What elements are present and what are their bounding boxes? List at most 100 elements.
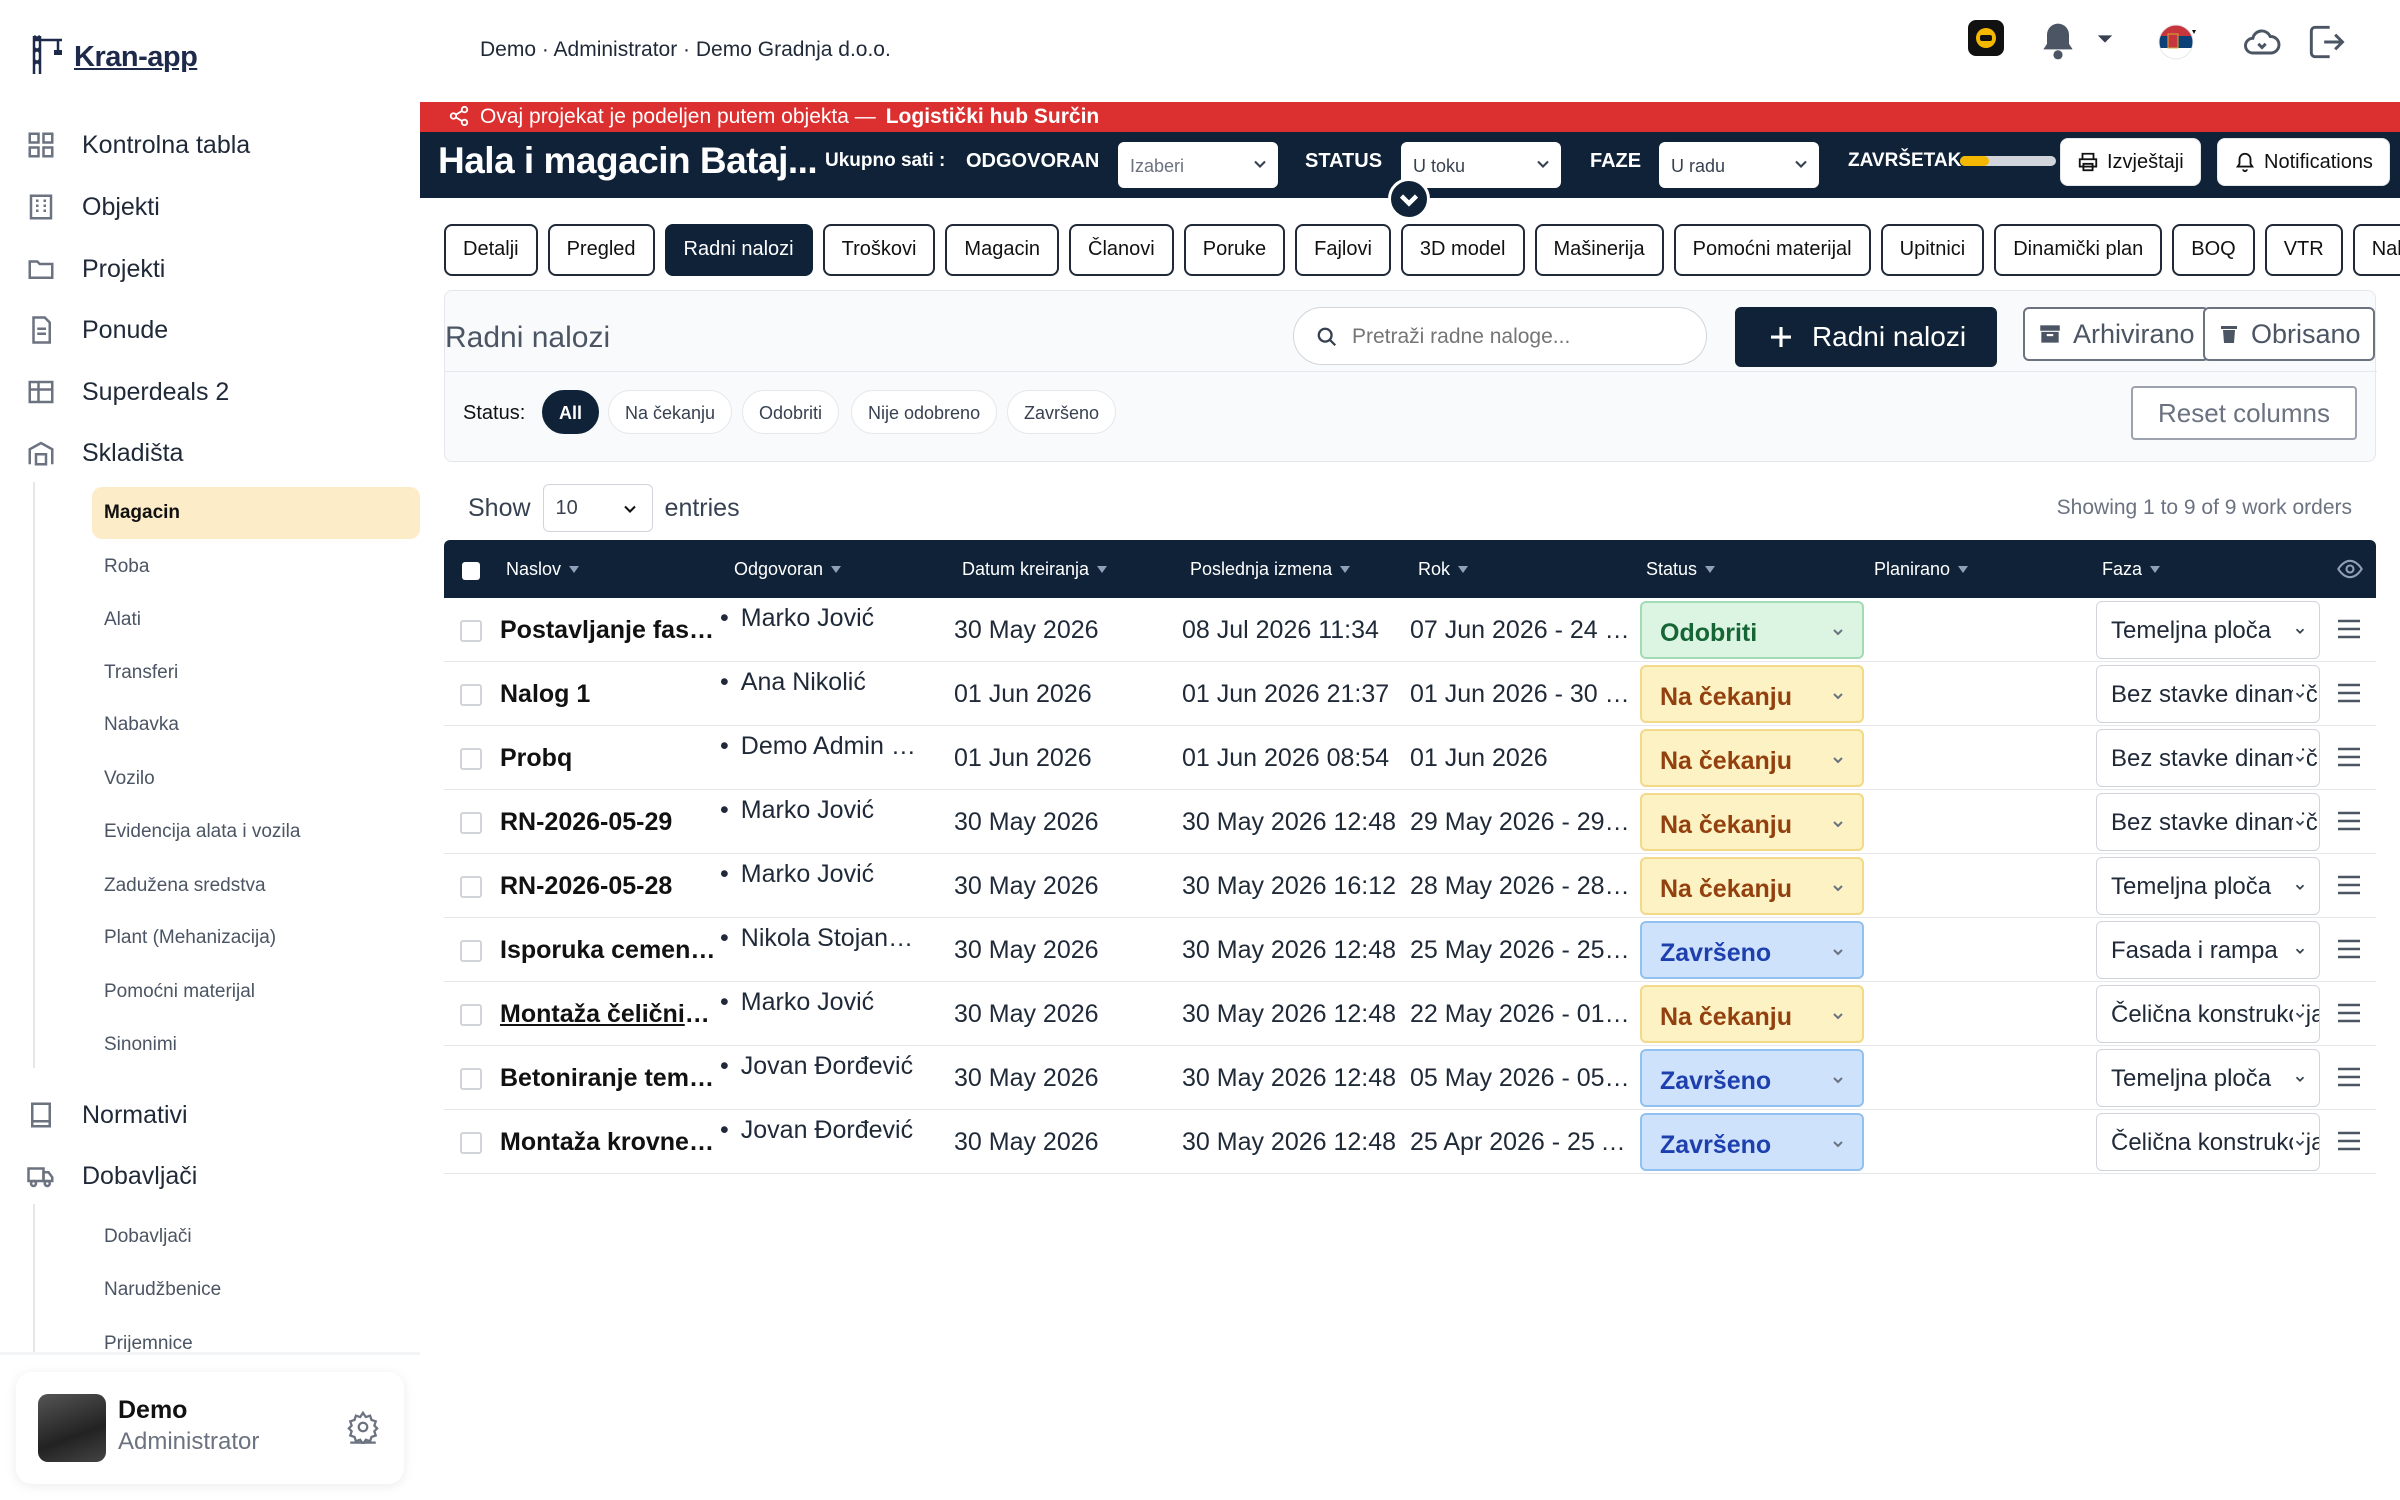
status-select[interactable]: Završeno	[1640, 1113, 1864, 1171]
row-menu-icon[interactable]	[2336, 1130, 2362, 1152]
tab-3d-model[interactable]: 3D model	[1400, 224, 1525, 276]
row-menu-icon[interactable]	[2336, 810, 2362, 832]
phase-select[interactable]: Bez stavke dinamičkog	[2096, 729, 2320, 787]
entries-select[interactable]: 10	[542, 484, 653, 532]
column-header[interactable]: Status	[1646, 559, 1716, 580]
logout-icon[interactable]	[2304, 20, 2348, 64]
row-checkbox[interactable]	[460, 1132, 482, 1154]
table-row[interactable]: Montaža krovne k...Jovan Đorđević 30 May …	[444, 1110, 2376, 1174]
search-input[interactable]	[1352, 322, 1682, 352]
nav-sub-nabavka[interactable]: Nabavka	[104, 714, 179, 736]
status-select[interactable]: Završeno	[1640, 1049, 1864, 1107]
nav-dobavljaci[interactable]: Dobavljači	[26, 1161, 197, 1191]
row-checkbox[interactable]	[460, 940, 482, 962]
project-phase-select[interactable]: U radu	[1659, 142, 1819, 188]
nav-sub-narudzbenice[interactable]: Narudžbenice	[104, 1279, 221, 1301]
row-menu-icon[interactable]	[2336, 682, 2362, 704]
work-order-title[interactable]: Nalog 1	[500, 680, 720, 709]
table-row[interactable]: RN-2026-05-29Marko Jović 30 May 2026 30 Ma…	[444, 790, 2376, 854]
tab-pomoćni-materijal[interactable]: Pomoćni materijal	[1673, 224, 1871, 276]
tab-poruke[interactable]: Poruke	[1183, 224, 1286, 276]
tab-dinamički-plan[interactable]: Dinamički plan	[1994, 224, 2163, 276]
row-menu-icon[interactable]	[2336, 1002, 2362, 1024]
column-header[interactable]: Poslednja izmena	[1190, 559, 1351, 580]
search-box[interactable]	[1293, 307, 1707, 365]
nav-sub-dobavljaci[interactable]: Dobavljači	[104, 1226, 192, 1248]
nav-sub-zaduzena[interactable]: Zadužena sredstva	[104, 875, 266, 897]
row-checkbox[interactable]	[460, 620, 482, 642]
status-select[interactable]: Na čekanju	[1640, 985, 1864, 1043]
row-checkbox[interactable]	[460, 876, 482, 898]
app-logo[interactable]: Kran-app	[28, 30, 198, 74]
work-order-title[interactable]: Montaža krovne k...	[500, 1128, 720, 1157]
phase-select[interactable]: Čelična konstrukcija	[2096, 985, 2320, 1043]
row-checkbox[interactable]	[460, 684, 482, 706]
row-menu-icon[interactable]	[2336, 746, 2362, 768]
work-order-title[interactable]: RN-2026-05-29	[500, 808, 720, 837]
filter-chip-all[interactable]: All	[542, 390, 600, 434]
row-checkbox[interactable]	[460, 1004, 482, 1026]
phase-select[interactable]: Temeljna ploča	[2096, 601, 2320, 659]
support-icon[interactable]	[1966, 18, 2006, 58]
row-checkbox[interactable]	[460, 1068, 482, 1090]
phase-select[interactable]: Fasada i rampa	[2096, 921, 2320, 979]
tab-troškovi[interactable]: Troškovi	[822, 224, 936, 276]
nav-sub-sinonimi[interactable]: Sinonimi	[104, 1034, 177, 1056]
filter-chip-odobriti[interactable]: Odobriti	[742, 390, 840, 434]
nav-ponude[interactable]: Ponude	[26, 315, 168, 345]
reset-columns-button[interactable]: Reset columns	[2131, 386, 2357, 440]
row-checkbox[interactable]	[460, 812, 482, 834]
bell-icon[interactable]	[2036, 20, 2080, 64]
work-order-title[interactable]: Montaža čeličnih s...	[500, 1000, 720, 1029]
tab-detalji[interactable]: Detalji	[444, 224, 538, 276]
eye-icon[interactable]	[2336, 555, 2364, 583]
reports-button[interactable]: Izvještaji	[2060, 138, 2201, 186]
tab-fajlovi[interactable]: Fajlovi	[1295, 224, 1391, 276]
nav-normativi[interactable]: Normativi	[26, 1100, 188, 1130]
table-row[interactable]: ProbqDemo Admin rez 01 Jun 2026 01 Jun 202…	[444, 726, 2376, 790]
nav-objekti[interactable]: Objekti	[26, 192, 160, 222]
serbian-flag-icon[interactable]	[2156, 20, 2200, 64]
select-all-checkbox[interactable]	[462, 562, 480, 580]
nav-sub-evidencija[interactable]: Evidencija alata i vozila	[104, 821, 300, 843]
table-row[interactable]: Isporuka cementa ...Nikola Stojanović 30 …	[444, 918, 2376, 982]
filter-chip-na-cekanju[interactable]: Na čekanju	[608, 390, 733, 434]
nav-superdeals[interactable]: Superdeals 2	[26, 377, 229, 407]
nav-sub-alati[interactable]: Alati	[104, 609, 141, 631]
table-row[interactable]: Nalog 1Ana Nikolić 01 Jun 2026 01 Jun 2026…	[444, 662, 2376, 726]
tab-upitnici[interactable]: Upitnici	[1880, 224, 1985, 276]
status-select[interactable]: Na čekanju	[1640, 665, 1864, 723]
tab-boq[interactable]: BOQ	[2172, 224, 2255, 276]
collapse-header-button[interactable]	[1388, 178, 1430, 220]
filter-chip-nije-odobreno[interactable]: Nije odobreno	[851, 390, 998, 434]
phase-select[interactable]: Temeljna ploča	[2096, 1049, 2320, 1107]
row-menu-icon[interactable]	[2336, 938, 2362, 960]
phase-select[interactable]: Bez stavke dinamičkog	[2096, 793, 2320, 851]
column-header[interactable]: Naslov	[506, 559, 580, 580]
phase-select[interactable]: Čelična konstrukcija	[2096, 1113, 2320, 1171]
user-card[interactable]: Demo Administrator	[16, 1372, 404, 1484]
work-order-title[interactable]: RN-2026-05-28	[500, 872, 720, 901]
work-order-title[interactable]: Isporuka cementa ...	[500, 936, 720, 965]
cloud-sync-icon[interactable]	[2240, 20, 2284, 64]
tab-vtr[interactable]: VTR	[2264, 224, 2343, 276]
nav-skladista[interactable]: Skladišta	[26, 438, 183, 468]
add-work-order-button[interactable]: Radni nalozi	[1735, 307, 1997, 367]
tab-magacin[interactable]: Magacin	[945, 224, 1060, 276]
column-header[interactable]: Odgovoran	[734, 559, 842, 580]
tab-mašinerija[interactable]: Mašinerija	[1534, 224, 1664, 276]
tab-radni-nalozi[interactable]: Radni nalozi	[664, 224, 813, 276]
phase-select[interactable]: Bez stavke dinamičkog	[2096, 665, 2320, 723]
work-order-title[interactable]: Postavljanje fasad...	[500, 616, 720, 645]
row-menu-icon[interactable]	[2336, 874, 2362, 896]
nav-sub-transferi[interactable]: Transferi	[104, 662, 178, 684]
chevron-down-icon[interactable]	[2096, 30, 2114, 48]
row-menu-icon[interactable]	[2336, 1066, 2362, 1088]
notifications-button[interactable]: Notifications	[2217, 138, 2390, 186]
filter-chip-zavrseno[interactable]: Završeno	[1007, 390, 1117, 434]
tab-pregled[interactable]: Pregled	[547, 224, 655, 276]
status-select[interactable]: Odobriti	[1640, 601, 1864, 659]
column-header[interactable]: Planirano	[1874, 559, 1969, 580]
work-order-title[interactable]: Betoniranje temelj...	[500, 1064, 720, 1093]
column-header[interactable]: Rok	[1418, 559, 1469, 580]
